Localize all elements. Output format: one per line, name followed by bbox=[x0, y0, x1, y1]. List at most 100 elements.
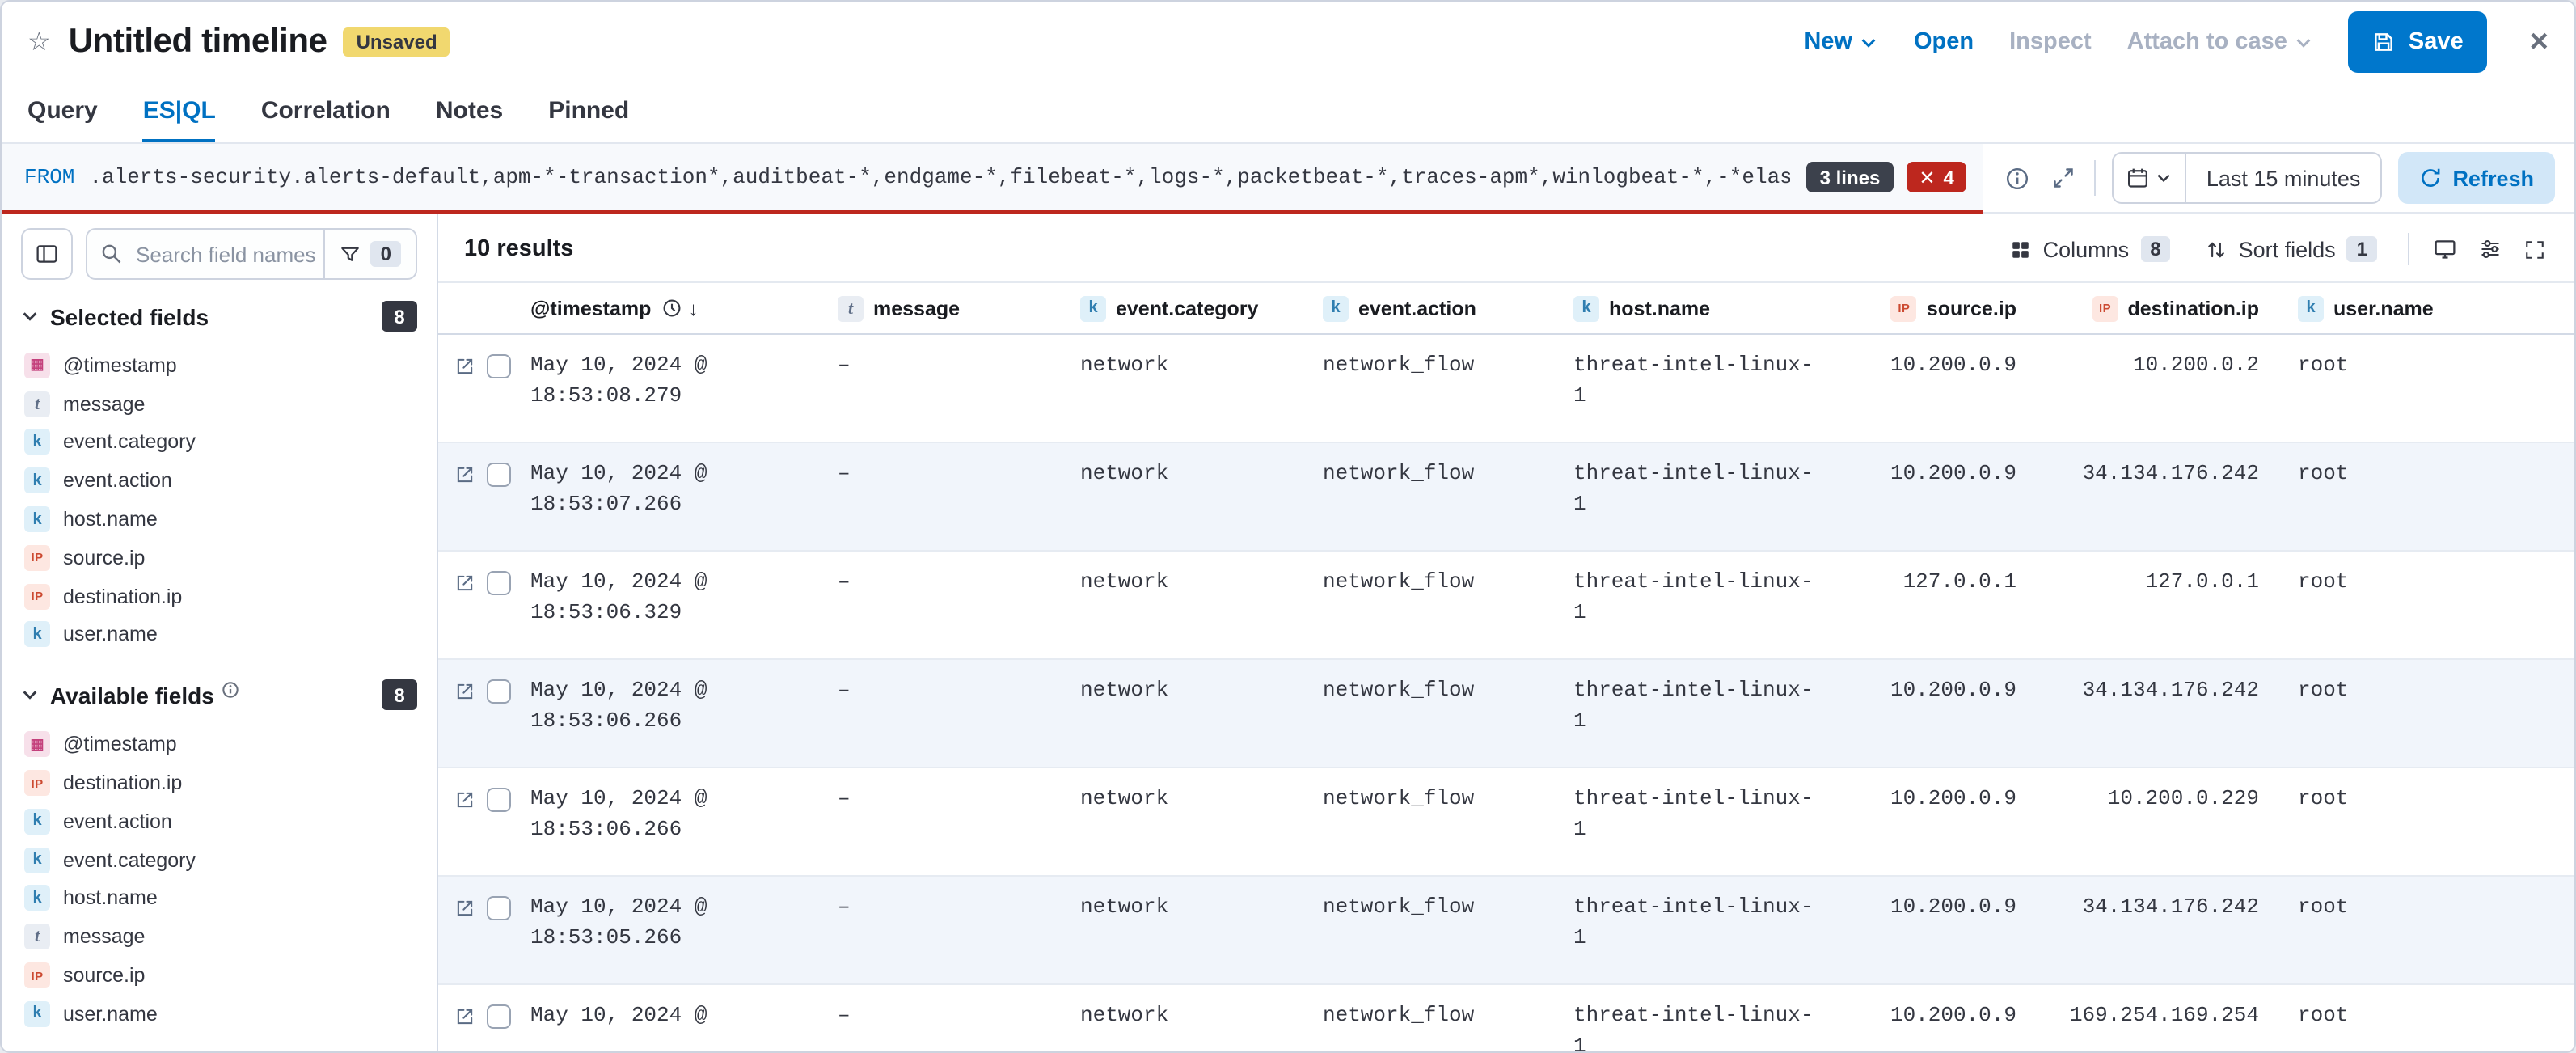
field-item[interactable]: k user.name bbox=[21, 995, 417, 1034]
grid-view-button[interactable] bbox=[2427, 231, 2463, 267]
field-item[interactable]: k event.category bbox=[21, 841, 417, 880]
cell-event-category[interactable]: network bbox=[1067, 768, 1310, 875]
cell-timestamp[interactable]: May 10, 2024 @ 18:53:06.266 bbox=[517, 768, 825, 875]
field-item[interactable]: ▦ @timestamp bbox=[21, 725, 417, 764]
favorite-star-icon[interactable]: ☆ bbox=[27, 26, 51, 58]
column-header[interactable]: IP destination.ip bbox=[2029, 295, 2272, 321]
row-checkbox[interactable] bbox=[487, 896, 511, 920]
open-timeline-button[interactable]: Open bbox=[1914, 29, 1974, 55]
cell-source-ip[interactable]: 127.0.0.1 bbox=[1827, 552, 2029, 658]
refresh-button[interactable]: Refresh bbox=[2397, 152, 2555, 204]
save-button[interactable]: Save bbox=[2349, 11, 2488, 73]
close-icon[interactable]: × bbox=[2530, 26, 2549, 58]
display-options-button[interactable] bbox=[2473, 231, 2508, 267]
field-item[interactable]: k event.action bbox=[21, 802, 417, 841]
cell-user-name[interactable]: root bbox=[2272, 335, 2574, 442]
cell-event-category[interactable]: network bbox=[1067, 335, 1310, 442]
cell-message[interactable]: – bbox=[825, 985, 1067, 1051]
cell-event-action[interactable]: network_flow bbox=[1310, 660, 1560, 767]
cell-event-action[interactable]: network_flow bbox=[1310, 443, 1560, 550]
row-checkbox[interactable] bbox=[487, 1004, 511, 1029]
row-checkbox[interactable] bbox=[487, 354, 511, 378]
cell-host-name[interactable]: threat-intel-linux-1 bbox=[1560, 335, 1827, 442]
expand-event-icon[interactable] bbox=[454, 464, 475, 550]
expand-event-icon[interactable] bbox=[454, 681, 475, 767]
field-item[interactable]: k event.category bbox=[21, 423, 417, 462]
row-checkbox[interactable] bbox=[487, 571, 511, 595]
expand-event-icon[interactable] bbox=[454, 898, 475, 983]
cell-message[interactable]: – bbox=[825, 768, 1067, 875]
fullscreen-button[interactable] bbox=[2518, 232, 2552, 266]
column-header[interactable]: k event.action bbox=[1310, 295, 1560, 321]
row-checkbox[interactable] bbox=[487, 788, 511, 812]
row-checkbox[interactable] bbox=[487, 463, 511, 487]
tab-notes[interactable]: Notes bbox=[436, 82, 503, 142]
cell-event-category[interactable]: network bbox=[1067, 443, 1310, 550]
cell-message[interactable]: – bbox=[825, 660, 1067, 767]
expand-event-icon[interactable] bbox=[454, 789, 475, 875]
cell-event-action[interactable]: network_flow bbox=[1310, 877, 1560, 983]
cell-source-ip[interactable]: 10.200.0.9 bbox=[1827, 985, 2029, 1051]
cell-user-name[interactable]: root bbox=[2272, 660, 2574, 767]
tab-query[interactable]: Query bbox=[27, 82, 98, 142]
cell-destination-ip[interactable]: 34.134.176.242 bbox=[2029, 443, 2272, 550]
cell-message[interactable]: – bbox=[825, 552, 1067, 658]
cell-destination-ip[interactable]: 10.200.0.2 bbox=[2029, 335, 2272, 442]
sidebar-toggle-button[interactable] bbox=[21, 228, 73, 280]
cell-message[interactable]: – bbox=[825, 877, 1067, 983]
field-item[interactable]: t message bbox=[21, 918, 417, 957]
field-item[interactable]: k host.name bbox=[21, 879, 417, 918]
selected-fields-header[interactable]: Selected fields 8 bbox=[21, 301, 417, 332]
cell-destination-ip[interactable]: 127.0.0.1 bbox=[2029, 552, 2272, 658]
column-header[interactable]: k user.name bbox=[2272, 295, 2574, 321]
column-header[interactable]: t message bbox=[825, 295, 1067, 321]
cell-source-ip[interactable]: 10.200.0.9 bbox=[1827, 443, 2029, 550]
cell-event-action[interactable]: network_flow bbox=[1310, 552, 1560, 658]
field-filter-button[interactable]: 0 bbox=[324, 230, 416, 278]
cell-destination-ip[interactable]: 169.254.169.254 bbox=[2029, 985, 2272, 1051]
cell-timestamp[interactable]: May 10, 2024 @ bbox=[517, 985, 825, 1051]
field-item[interactable]: k host.name bbox=[21, 500, 417, 539]
field-item[interactable]: k event.action bbox=[21, 462, 417, 501]
cell-event-action[interactable]: network_flow bbox=[1310, 768, 1560, 875]
sort-fields-button[interactable]: Sort fields 1 bbox=[2194, 228, 2390, 270]
cell-user-name[interactable]: root bbox=[2272, 552, 2574, 658]
cell-user-name[interactable]: root bbox=[2272, 985, 2574, 1051]
cell-timestamp[interactable]: May 10, 2024 @ 18:53:06.266 bbox=[517, 660, 825, 767]
tab-pinned[interactable]: Pinned bbox=[548, 82, 629, 142]
error-count-badge[interactable]: ✕ 4 bbox=[1906, 162, 1967, 192]
field-item[interactable]: IP destination.ip bbox=[21, 577, 417, 616]
sort-descending-icon[interactable]: ↓ bbox=[688, 297, 698, 319]
available-fields-header[interactable]: Available fields 8 bbox=[21, 680, 417, 711]
cell-source-ip[interactable]: 10.200.0.9 bbox=[1827, 335, 2029, 442]
lines-count-badge[interactable]: 3 lines bbox=[1807, 162, 1894, 192]
cell-host-name[interactable]: threat-intel-linux-1 bbox=[1560, 552, 1827, 658]
cell-host-name[interactable]: threat-intel-linux-1 bbox=[1560, 660, 1827, 767]
columns-button[interactable]: Columns 8 bbox=[1998, 228, 2184, 270]
cell-source-ip[interactable]: 10.200.0.9 bbox=[1827, 660, 2029, 767]
search-field-names-input[interactable] bbox=[133, 240, 324, 268]
cell-user-name[interactable]: root bbox=[2272, 768, 2574, 875]
query-info-button[interactable] bbox=[2003, 163, 2033, 193]
column-header[interactable]: k event.category bbox=[1067, 295, 1310, 321]
expand-event-icon[interactable] bbox=[454, 573, 475, 658]
cell-timestamp[interactable]: May 10, 2024 @ 18:53:05.266 bbox=[517, 877, 825, 983]
expand-editor-button[interactable] bbox=[2050, 163, 2079, 192]
field-item[interactable]: IP source.ip bbox=[21, 956, 417, 995]
cell-source-ip[interactable]: 10.200.0.9 bbox=[1827, 768, 2029, 875]
cell-event-category[interactable]: network bbox=[1067, 552, 1310, 658]
esql-editor[interactable]: FROM .alerts-security.alerts-default,apm… bbox=[2, 144, 1983, 214]
cell-user-name[interactable]: root bbox=[2272, 877, 2574, 983]
cell-event-action[interactable]: network_flow bbox=[1310, 985, 1560, 1051]
cell-event-action[interactable]: network_flow bbox=[1310, 335, 1560, 442]
cell-timestamp[interactable]: May 10, 2024 @ 18:53:06.329 bbox=[517, 552, 825, 658]
cell-destination-ip[interactable]: 10.200.0.229 bbox=[2029, 768, 2272, 875]
expand-event-icon[interactable] bbox=[454, 356, 475, 442]
column-header[interactable]: IP source.ip bbox=[1827, 295, 2029, 321]
cell-host-name[interactable]: threat-intel-linux-1 bbox=[1560, 985, 1827, 1051]
cell-source-ip[interactable]: 10.200.0.9 bbox=[1827, 877, 2029, 983]
tab-esql[interactable]: ES|QL bbox=[143, 82, 216, 142]
cell-timestamp[interactable]: May 10, 2024 @ 18:53:07.266 bbox=[517, 443, 825, 550]
cell-destination-ip[interactable]: 34.134.176.242 bbox=[2029, 877, 2272, 983]
cell-message[interactable]: – bbox=[825, 335, 1067, 442]
